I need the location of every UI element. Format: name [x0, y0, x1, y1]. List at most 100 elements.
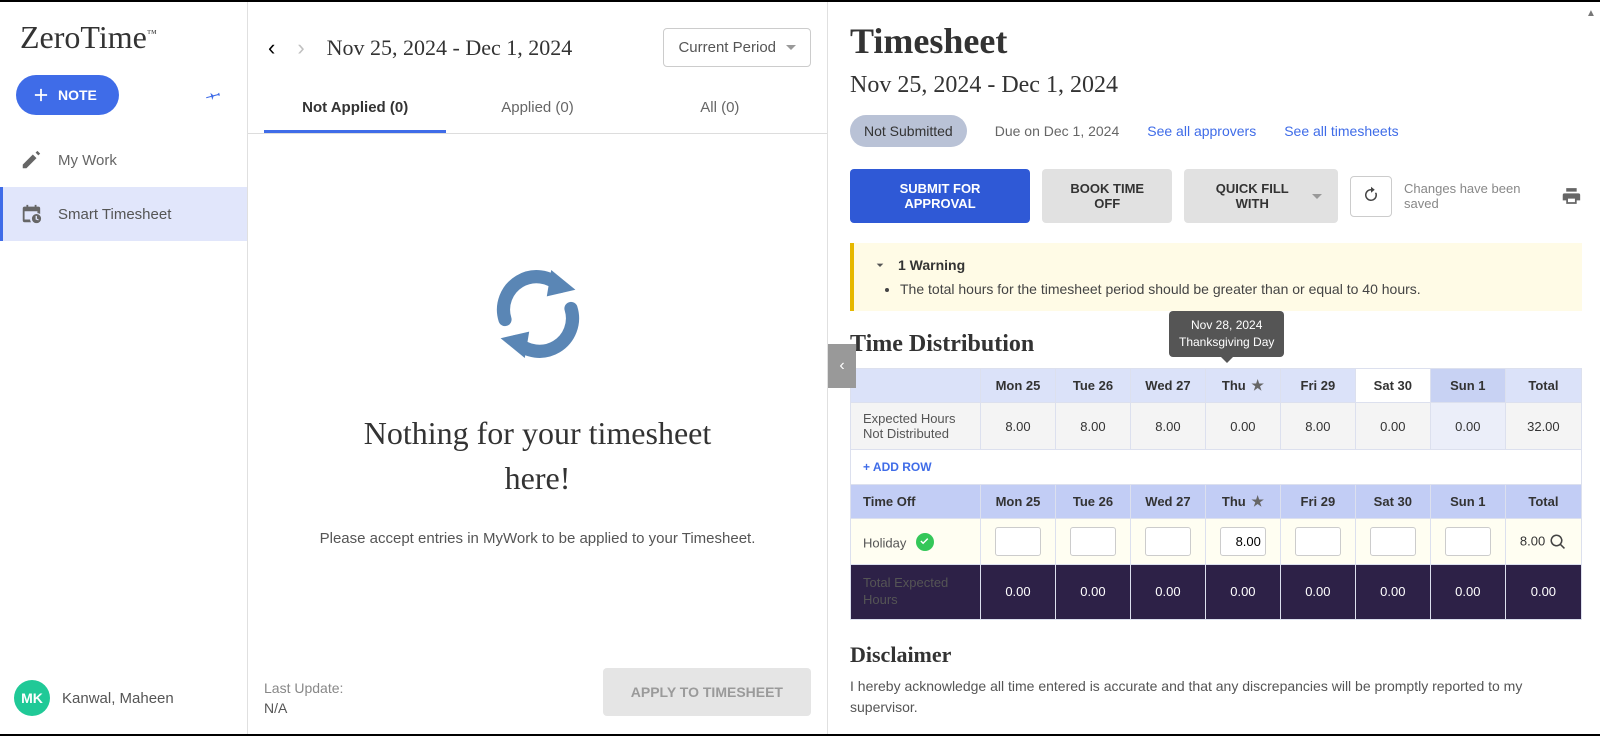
cell: 0.00 [1280, 565, 1355, 620]
hours-input-fri[interactable] [1295, 527, 1341, 556]
star-icon: ★ [1251, 493, 1264, 509]
print-icon[interactable] [1561, 185, 1582, 207]
day-header: Fri 29 [1280, 369, 1355, 403]
cell: 0.00 [981, 565, 1056, 620]
nav-item-smart-timesheet[interactable]: Smart Timesheet [0, 187, 247, 241]
right-scroll: Timesheet Nov 25, 2024 - Dec 1, 2024 Not… [828, 2, 1582, 734]
hours-input-tue[interactable] [1070, 527, 1116, 556]
plus-icon [34, 88, 48, 102]
period-title: Nov 25, 2024 - Dec 1, 2024 [327, 35, 573, 61]
tooltip-name: Thanksgiving Day [1179, 334, 1274, 351]
cell: 8.00 [1055, 403, 1130, 450]
holiday-row: Holiday 8.00 [851, 519, 1582, 565]
period-select-label: Current Period [678, 39, 776, 56]
cell: 0.00 [1205, 565, 1280, 620]
day-header: Wed 27 [1130, 369, 1205, 403]
timeoff-label: Time Off [851, 485, 981, 519]
hours-total-value: 8.00 [1520, 533, 1545, 548]
last-update-value: N/A [264, 700, 343, 716]
refresh-button[interactable] [1350, 176, 1392, 217]
day-label: Thu [1222, 494, 1246, 509]
hours-input-wed[interactable] [1145, 527, 1191, 556]
day-header-thu: Thu ★ [1205, 369, 1280, 403]
scroll-up-icon: ▲ [1586, 8, 1596, 19]
hours-cell [1205, 519, 1280, 565]
apply-btn-label: APPLY TO TIMESHEET [631, 684, 783, 700]
apply-to-timesheet-button[interactable]: APPLY TO TIMESHEET [603, 668, 811, 716]
last-update: Last Update: N/A [264, 680, 343, 716]
day-header: Tue 26 [1055, 485, 1130, 519]
warning-item: The total hours for the timesheet period… [900, 281, 1564, 297]
warning-header[interactable]: 1 Warning [872, 257, 1564, 273]
hours-input-mon[interactable] [995, 527, 1041, 556]
tab-applied[interactable]: Applied (0) [446, 85, 628, 133]
approvers-link[interactable]: See all approvers [1147, 123, 1256, 139]
holiday-cell: Holiday [851, 519, 981, 565]
period-select[interactable]: Current Period [663, 28, 811, 67]
hours-input-sun[interactable] [1445, 527, 1491, 556]
chevron-down-icon [1312, 194, 1322, 199]
prev-period-button[interactable]: ‹ [262, 33, 281, 63]
day-header-thu: Thu ★ [1205, 485, 1280, 519]
sidebar: ZeroTime™ NOTE My Work Smart Timesheet M… [0, 2, 248, 734]
collapse-handle[interactable]: ‹ [828, 344, 856, 388]
add-row-link[interactable]: + ADD ROW [851, 450, 1581, 484]
timesheets-link[interactable]: See all timesheets [1284, 123, 1398, 139]
day-header: Sun 1 [1430, 369, 1505, 403]
submit-button[interactable]: SUBMIT FOR APPROVAL [850, 169, 1030, 223]
timesheet-title: Timesheet [850, 2, 1582, 72]
period-nav: ‹ › Nov 25, 2024 - Dec 1, 2024 [262, 33, 572, 63]
warning-count: 1 Warning [898, 257, 965, 273]
scrollbar[interactable]: ▲ [1584, 8, 1598, 728]
pin-button[interactable] [199, 79, 229, 112]
total-header: Total [1505, 485, 1581, 519]
tab-all[interactable]: All (0) [629, 85, 811, 133]
hours-total: 8.00 [1505, 519, 1581, 565]
day-header: Sat 30 [1355, 485, 1430, 519]
nav-label: My Work [58, 152, 117, 169]
sync-icon [483, 259, 593, 369]
empty-state: Nothing for your timesheet here! Please … [248, 134, 827, 652]
middle-panel: ‹ › Nov 25, 2024 - Dec 1, 2024 Current P… [248, 2, 828, 734]
total-header: Total [1505, 369, 1581, 403]
avatar[interactable]: MK [14, 680, 50, 716]
disclaimer-text: I hereby acknowledge all time entered is… [850, 676, 1582, 718]
sidebar-footer: MK Kanwal, Maheen [0, 662, 247, 734]
corner-cell [851, 369, 981, 403]
refresh-icon [1362, 186, 1380, 204]
pin-icon [202, 81, 227, 106]
search-icon[interactable] [1549, 533, 1567, 548]
calendar-clock-icon [20, 203, 42, 225]
day-label: Thu [1222, 378, 1246, 393]
logo-text: ZeroTime [20, 19, 147, 55]
nav: My Work Smart Timesheet [0, 133, 247, 241]
timesheet-subtitle: Nov 25, 2024 - Dec 1, 2024 [850, 72, 1582, 99]
hours-input-thu[interactable] [1220, 527, 1266, 556]
user-name: Kanwal, Maheen [62, 690, 174, 707]
last-update-label: Last Update: [264, 680, 343, 696]
cell: 32.00 [1505, 403, 1581, 450]
status-badge: Not Submitted [850, 115, 967, 147]
day-header: Mon 25 [981, 369, 1056, 403]
quick-fill-button[interactable]: QUICK FILL WITH [1184, 169, 1338, 223]
hours-input-sat[interactable] [1370, 527, 1416, 556]
action-row: SUBMIT FOR APPROVAL BOOK TIME OFF QUICK … [850, 169, 1582, 223]
cell: 8.00 [1280, 403, 1355, 450]
nav-label: Smart Timesheet [58, 206, 171, 223]
saved-text: Changes have been saved [1404, 181, 1551, 211]
cell: 8.00 [1130, 403, 1205, 450]
next-period-button[interactable]: › [291, 33, 310, 63]
quick-fill-label: QUICK FILL WITH [1200, 181, 1304, 211]
book-time-off-button[interactable]: BOOK TIME OFF [1042, 169, 1172, 223]
cell: 0.00 [1055, 565, 1130, 620]
day-header-today: Sat 30 [1355, 369, 1430, 403]
note-button[interactable]: NOTE [16, 75, 119, 115]
nav-item-my-work[interactable]: My Work [0, 133, 247, 187]
expected-label: Expected Hours Not Distributed [851, 403, 981, 450]
avatar-initials: MK [21, 690, 43, 706]
tab-not-applied[interactable]: Not Applied (0) [264, 85, 446, 133]
tab-label: All (0) [700, 99, 739, 116]
status-row: Not Submitted Due on Dec 1, 2024 See all… [850, 115, 1582, 147]
check-icon [916, 533, 934, 551]
chevron-down-icon [872, 257, 888, 273]
